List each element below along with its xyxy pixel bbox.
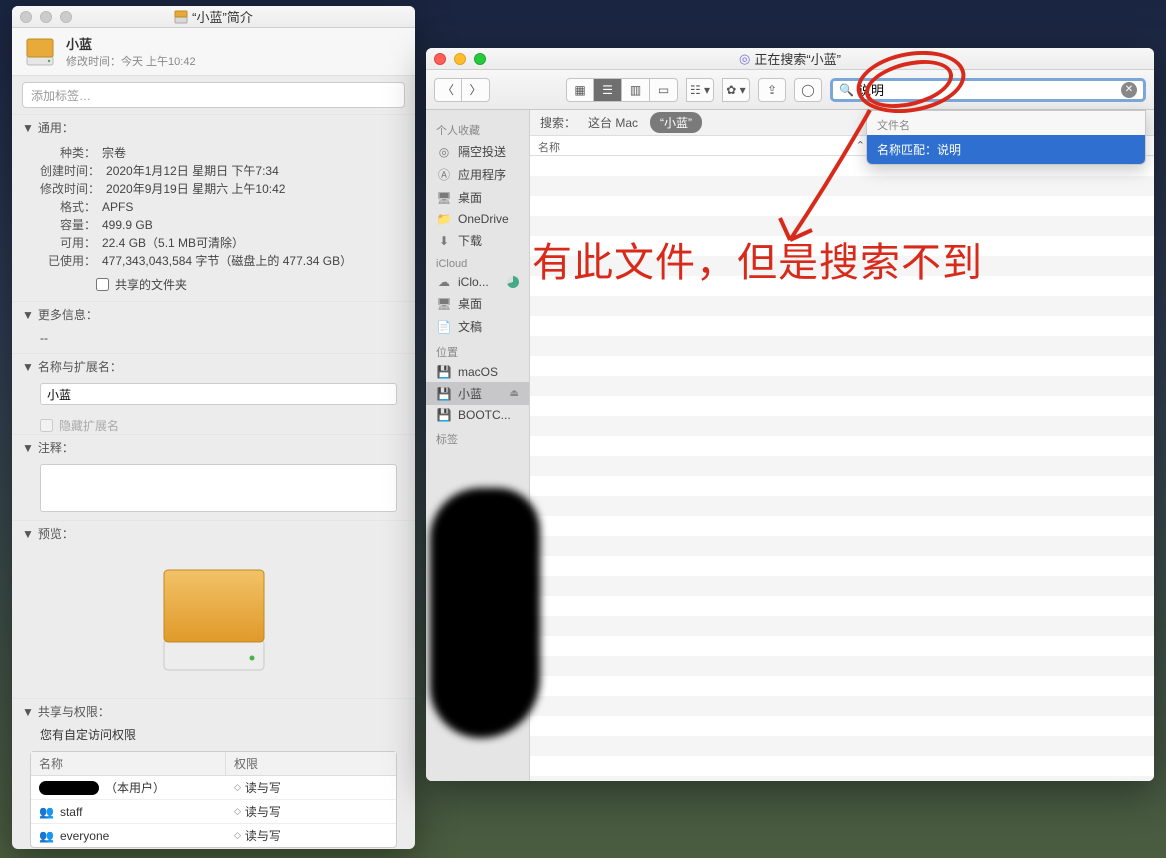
apps-icon: Ⓐ: [436, 166, 452, 183]
section-comments[interactable]: ▼ 注释：: [12, 434, 415, 460]
hide-ext-checkbox: [40, 419, 53, 432]
folder-icon: 📁: [436, 212, 452, 226]
back-button[interactable]: 〈: [434, 78, 462, 102]
sidebar-header-favorites: 个人收藏: [426, 116, 529, 140]
finder-title-text: 正在搜索“小蓝”: [754, 49, 841, 68]
tags-button[interactable]: ◯: [794, 78, 822, 102]
sidebar-item-macos[interactable]: 💾macOS: [426, 362, 529, 382]
list-view-button[interactable]: ☰: [594, 78, 622, 102]
info-header: 小蓝 修改时间：今天 上午10:42: [12, 28, 415, 76]
sidebar-item-onedrive[interactable]: 📁OneDrive: [426, 209, 529, 229]
perm-col-name: 名称: [31, 752, 226, 775]
perm-col-priv: 权限: [226, 752, 396, 775]
more-info-value: --: [40, 331, 48, 345]
finder-sidebar: 个人收藏 ◎隔空投送 Ⓐ应用程序 🖥桌面 📁OneDrive ⬇下载 iClou…: [426, 110, 530, 781]
sidebar-item-icloud-desktop[interactable]: 🖥桌面: [426, 292, 529, 315]
sync-progress-icon: [507, 276, 519, 288]
section-name-ext[interactable]: ▼ 名称与扩展名：: [12, 353, 415, 379]
desktop-icon: 🖥: [436, 297, 452, 311]
sidebar-header-icloud: iCloud: [426, 252, 529, 272]
sort-asc-icon: ⌃: [856, 139, 865, 152]
section-preview[interactable]: ▼ 预览：: [12, 520, 415, 546]
permissions-table: 名称 权限 （本用户） ◇读与写 👥staff ◇读与写 👥everyone ◇…: [30, 751, 397, 848]
info-volume-name: 小蓝: [66, 34, 403, 53]
sharing-note: 您有自定访问权限: [12, 724, 415, 747]
search-icon: 🔍: [839, 83, 854, 97]
perm-row[interactable]: 👥everyone ◇读与写: [31, 824, 396, 847]
sidebar-item-apps[interactable]: Ⓐ应用程序: [426, 163, 529, 186]
shared-folder-checkbox[interactable]: [96, 278, 109, 291]
search-field[interactable]: 🔍 ✕: [830, 78, 1146, 102]
finder-window: ◎ 正在搜索“小蓝” 〈 〉 ▦ ☰ ▥ ▭ ☷ ▾ ✿ ▾ ⇪ ◯ 🔍 ✕: [426, 48, 1154, 781]
eject-icon[interactable]: ⏏: [510, 388, 519, 399]
get-info-window: “小蓝”简介 小蓝 修改时间：今天 上午10:42 添加标签… ▼ 通用： 种类…: [12, 6, 415, 849]
search-input[interactable]: [858, 82, 1121, 97]
finder-content: 搜索： 这台 Mac “小蓝” ＋ 名称⌃ 修改日期 大小 种类: [530, 110, 1154, 781]
sidebar-item-desktop[interactable]: 🖥桌面: [426, 186, 529, 209]
forward-button[interactable]: 〉: [462, 78, 490, 102]
section-more[interactable]: ▼ 更多信息：: [12, 301, 415, 327]
scope-thismac[interactable]: 这台 Mac: [588, 114, 638, 131]
comments-field[interactable]: [40, 464, 397, 512]
format-value: APFS: [102, 198, 133, 216]
sidebar-item-documents[interactable]: 📄文稿: [426, 315, 529, 338]
suggest-option[interactable]: 名称匹配：说明: [867, 135, 1145, 164]
redacted-user: [39, 781, 99, 795]
sidebar-item-xiaolan[interactable]: 💾小蓝⏏: [426, 382, 529, 405]
sidebar-item-downloads[interactable]: ⬇下载: [426, 229, 529, 252]
desktop-icon: 🖥: [436, 191, 452, 205]
suggest-header: 文件名: [867, 111, 1145, 135]
info-titlebar[interactable]: “小蓝”简介: [12, 6, 415, 28]
results-list: [530, 156, 1154, 781]
clear-search-button[interactable]: ✕: [1121, 82, 1137, 98]
sidebar-item-airdrop[interactable]: ◎隔空投送: [426, 140, 529, 163]
scope-current[interactable]: “小蓝”: [650, 112, 702, 133]
sidebar-item-bootcamp[interactable]: 💾BOOTC...: [426, 405, 529, 425]
gallery-view-button[interactable]: ▭: [650, 78, 678, 102]
perm-row[interactable]: 👥staff ◇读与写: [31, 800, 396, 824]
group-icon: 👥: [39, 829, 54, 843]
group-button[interactable]: ☷ ▾: [686, 78, 714, 102]
disk-preview-icon: [154, 558, 274, 678]
document-icon: 📄: [436, 320, 452, 334]
disk-icon: 💾: [436, 365, 452, 379]
scope-label: 搜索：: [540, 114, 576, 131]
disk-icon: [174, 10, 188, 24]
download-icon: ⬇: [436, 234, 452, 248]
column-name[interactable]: 名称⌃: [530, 136, 874, 155]
available-value: 22.4 GB（5.1 MB可清除）: [102, 234, 244, 252]
search-suggestions: 文件名 名称匹配：说明: [866, 110, 1146, 165]
created-value: 2020年1月12日 星期日 下午7:34: [106, 162, 279, 180]
section-general[interactable]: ▼ 通用：: [12, 114, 415, 140]
sidebar-header-locations: 位置: [426, 338, 529, 362]
share-button[interactable]: ⇪: [758, 78, 786, 102]
disk-icon: 💾: [436, 408, 452, 422]
modified-value: 2020年9月19日 星期六 上午10:42: [106, 180, 285, 198]
disk-icon: [24, 36, 56, 68]
kind-value: 宗卷: [102, 144, 126, 162]
used-value: 477,343,043,584 字节（磁盘上的 477.34 GB）: [102, 252, 352, 270]
group-icon: 👥: [39, 805, 54, 819]
sidebar-item-icloud[interactable]: ☁iClo...: [426, 272, 529, 292]
column-view-button[interactable]: ▥: [622, 78, 650, 102]
cloud-icon: ☁: [436, 275, 452, 289]
info-title-text: “小蓝”简介: [192, 7, 253, 26]
search-scope-icon: ◎: [739, 51, 750, 67]
action-button[interactable]: ✿ ▾: [722, 78, 750, 102]
info-modified: 修改时间：今天 上午10:42: [66, 53, 403, 69]
tags-field[interactable]: 添加标签…: [22, 82, 405, 108]
airdrop-icon: ◎: [436, 145, 452, 159]
finder-toolbar: 〈 〉 ▦ ☰ ▥ ▭ ☷ ▾ ✿ ▾ ⇪ ◯ 🔍 ✕: [426, 70, 1154, 110]
name-input[interactable]: [40, 383, 397, 405]
section-sharing[interactable]: ▼ 共享与权限：: [12, 698, 415, 724]
sidebar-header-tags: 标签: [426, 425, 529, 449]
perm-row[interactable]: （本用户） ◇读与写: [31, 776, 396, 800]
capacity-value: 499.9 GB: [102, 216, 153, 234]
finder-titlebar[interactable]: ◎ 正在搜索“小蓝”: [426, 48, 1154, 70]
disk-icon: 💾: [436, 387, 452, 401]
icon-view-button[interactable]: ▦: [566, 78, 594, 102]
